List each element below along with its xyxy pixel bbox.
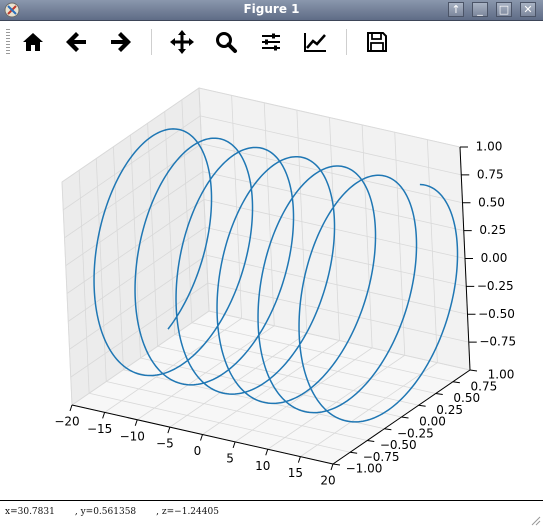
- back-button[interactable]: [62, 27, 92, 57]
- x-tick-tick: [69, 404, 73, 412]
- x-tick-label: −10: [120, 429, 145, 443]
- y-tick-tick: [350, 451, 358, 454]
- zoom-icon: [216, 32, 237, 53]
- z-tick-label: −0.75: [479, 335, 516, 349]
- 3d-axes[interactable]: −20−15−10−505101520−1.00−0.75−0.50−0.250…: [0, 64, 543, 500]
- x-tick-tick: [297, 456, 301, 463]
- y-tick-tick: [332, 463, 341, 466]
- z-tick-label: −0.50: [478, 307, 515, 321]
- forward-button[interactable]: [105, 27, 135, 57]
- subplots-button[interactable]: [256, 27, 286, 57]
- y-tick-tick: [418, 404, 426, 407]
- x-tick-tick: [232, 441, 236, 449]
- z-tick-label: −0.25: [477, 279, 514, 293]
- cursor-coordinates: x=30.7831 , y=0.561358 , z=−1.24405: [5, 507, 219, 517]
- z-tick-label: 0.75: [477, 167, 504, 181]
- x-tick-tick: [167, 426, 171, 434]
- toolbar-grip[interactable]: [6, 29, 10, 55]
- y-tick-tick: [452, 381, 460, 384]
- pan-icon: [170, 30, 194, 54]
- z-tick-label: 0.50: [478, 195, 505, 209]
- save-button[interactable]: [362, 27, 392, 57]
- x-tick-tick: [200, 434, 203, 441]
- pan-button[interactable]: [167, 27, 197, 57]
- status-bar: x=30.7831 , y=0.561358 , z=−1.24405: [0, 500, 543, 528]
- window-maximize-button[interactable]: □: [496, 2, 512, 17]
- x-tick-label: −15: [87, 422, 112, 436]
- y-tick-label: 1.00: [488, 368, 515, 382]
- window-close-button[interactable]: ✕: [520, 2, 536, 17]
- resize-grip-icon[interactable]: [529, 514, 541, 526]
- toolbar-separator: [151, 29, 152, 55]
- window-minimize-button[interactable]: _: [472, 2, 488, 17]
- zoom-button[interactable]: [211, 27, 241, 57]
- window-raise-button[interactable]: ↑: [448, 2, 464, 17]
- y-tick-tick: [384, 428, 392, 431]
- customize-icon: [304, 33, 326, 52]
- z-tick-label: 0.00: [481, 251, 508, 265]
- save-icon: [367, 32, 387, 52]
- x-tick-label: 15: [288, 466, 303, 480]
- y-tick-tick: [469, 369, 478, 372]
- x-tick-tick: [134, 419, 138, 426]
- x-tick-label: 10: [255, 459, 270, 473]
- x-tick-label: −5: [156, 437, 174, 451]
- back-arrow-icon: [66, 32, 86, 52]
- z-tick-label: 0.25: [479, 223, 506, 237]
- y-tick-tick: [435, 393, 443, 395]
- customize-button[interactable]: [300, 27, 330, 57]
- x-tick-label: 5: [226, 451, 234, 465]
- subplots-icon: [262, 33, 280, 51]
- navigation-toolbar: [0, 21, 543, 64]
- x-tick-tick: [102, 412, 106, 419]
- x-tick-label: 20: [320, 474, 335, 488]
- z-tick-label: 1.00: [476, 140, 503, 154]
- x-tick-tick: [330, 463, 334, 471]
- x-tick-label: 0: [194, 444, 202, 458]
- toolbar-separator: [346, 29, 347, 55]
- home-icon: [23, 33, 43, 51]
- x-tick-tick: [265, 449, 269, 456]
- figure-canvas[interactable]: −20 −15 −10 −5 0 5 10 15 20 −1.00 −0.75 −0.50 −0.25 0…: [0, 64, 543, 500]
- x-tick-label: −20: [54, 415, 79, 429]
- home-button[interactable]: [18, 27, 48, 57]
- forward-arrow-icon: [111, 32, 131, 52]
- y-tick-tick: [367, 440, 375, 442]
- window-titlebar[interactable]: Figure 1 ↑ _ □ ✕: [0, 0, 543, 21]
- y-tick-tick: [401, 416, 409, 419]
